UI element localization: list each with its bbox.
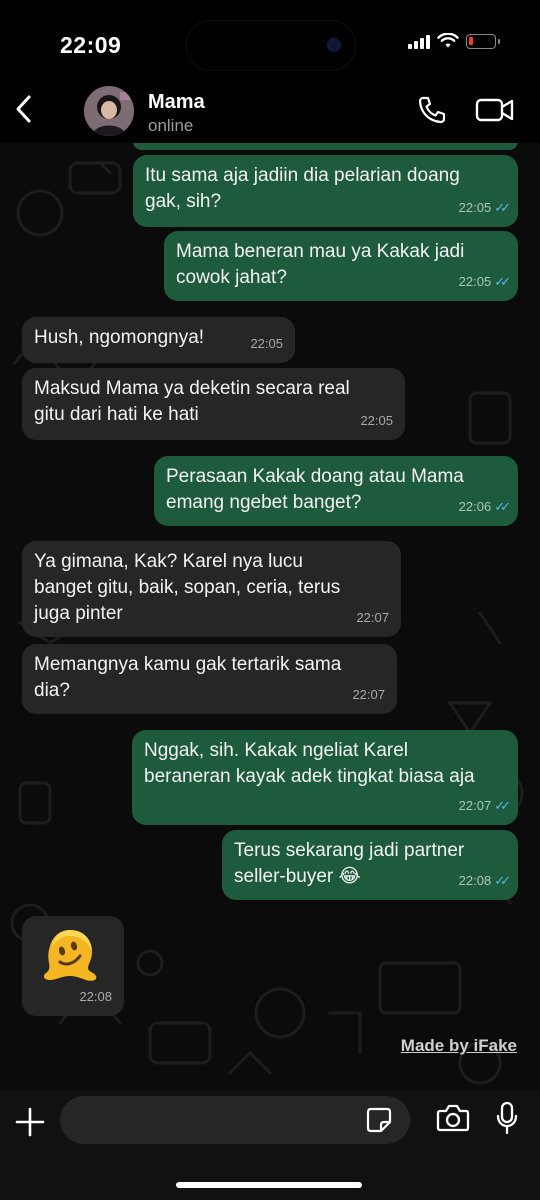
back-chevron-icon[interactable]: [12, 92, 36, 126]
phone-call-icon[interactable]: [416, 94, 448, 126]
read-ticks-icon: ✓✓: [494, 873, 511, 888]
message-bubble-partial: [133, 143, 518, 150]
cellular-signal-icon: [408, 33, 430, 49]
contact-name[interactable]: Mama: [148, 91, 205, 114]
status-bar: 22:09: [0, 0, 540, 80]
message-text: Hush, ngomongnya!: [34, 327, 205, 348]
message-text: Memangnya kamu gak tertarik sama dia?: [34, 654, 342, 701]
message-bubble-incoming[interactable]: Ya gimana, Kak? Karel nya lucu banget gi…: [22, 541, 401, 637]
message-text: Perasaan Kakak doang atau Mama emang nge…: [166, 466, 464, 513]
message-text: Maksud Mama ya deketin secara real gitu …: [34, 378, 350, 425]
read-ticks-icon: ✓✓: [494, 274, 511, 289]
made-by-watermark[interactable]: Made by iFake: [401, 1036, 517, 1056]
message-time: 22:06: [458, 499, 492, 514]
message-bubble-outgoing[interactable]: Mama beneran mau ya Kakak jadi cowok jah…: [164, 231, 518, 301]
message-text: Ya gimana, Kak? Karel nya lucu banget gi…: [34, 551, 341, 624]
chat-header: Mama online: [0, 80, 540, 144]
message-text: Itu sama aja jadiin dia pelarian doang g…: [145, 165, 460, 212]
message-bubble-incoming-emoji[interactable]: 22:08: [22, 916, 124, 1016]
contact-avatar[interactable]: [84, 86, 134, 136]
message-bubble-outgoing[interactable]: Terus sekarang jadi partner seller-buyer…: [222, 830, 518, 900]
message-input[interactable]: [60, 1096, 410, 1144]
message-time: 22:05: [458, 274, 492, 289]
chat-message-area[interactable]: Itu sama aja jadiin dia pelarian doang g…: [0, 143, 540, 1090]
message-bubble-outgoing[interactable]: Perasaan Kakak doang atau Mama emang nge…: [154, 456, 518, 526]
microphone-icon[interactable]: [496, 1101, 518, 1135]
read-ticks-icon: ✓✓: [494, 200, 511, 215]
read-ticks-icon: ✓✓: [494, 499, 511, 514]
message-time: 22:08: [79, 989, 112, 1004]
camera-icon[interactable]: [436, 1103, 470, 1133]
dynamic-island: [186, 20, 356, 71]
message-bubble-incoming[interactable]: Memangnya kamu gak tertarik sama dia? 22…: [22, 644, 397, 714]
message-time: 22:05: [360, 413, 393, 428]
plus-attach-icon[interactable]: [14, 1106, 46, 1138]
read-ticks-icon: ✓✓: [494, 798, 511, 813]
sticker-icon[interactable]: [366, 1107, 392, 1133]
message-text: Mama beneran mau ya Kakak jadi cowok jah…: [176, 241, 465, 288]
contact-presence: online: [148, 116, 194, 135]
message-time: 22:07: [356, 610, 389, 625]
wifi-icon: [437, 33, 459, 48]
message-bubble-incoming[interactable]: Hush, ngomongnya! 22:05: [22, 317, 295, 363]
message-bubble-outgoing[interactable]: Itu sama aja jadiin dia pelarian doang g…: [133, 155, 518, 227]
home-indicator: [176, 1182, 362, 1188]
battery-low-icon: [466, 33, 500, 49]
message-time: 22:07: [352, 687, 385, 702]
status-time: 22:09: [60, 32, 122, 58]
message-bubble-incoming[interactable]: Maksud Mama ya deketin secara real gitu …: [22, 368, 405, 440]
message-text: Nggak, sih. Kakak ngeliat Karel beranera…: [144, 740, 475, 787]
message-time: 22:08: [458, 873, 492, 888]
message-bubble-outgoing[interactable]: Nggak, sih. Kakak ngeliat Karel beranera…: [132, 730, 518, 825]
message-composer: [0, 1090, 540, 1200]
message-time: 22:07: [458, 798, 492, 813]
melting-face-emoji-icon: [43, 930, 97, 981]
message-time: 22:05: [250, 336, 283, 351]
video-call-icon[interactable]: [475, 96, 515, 124]
message-time: 22:05: [458, 200, 492, 215]
